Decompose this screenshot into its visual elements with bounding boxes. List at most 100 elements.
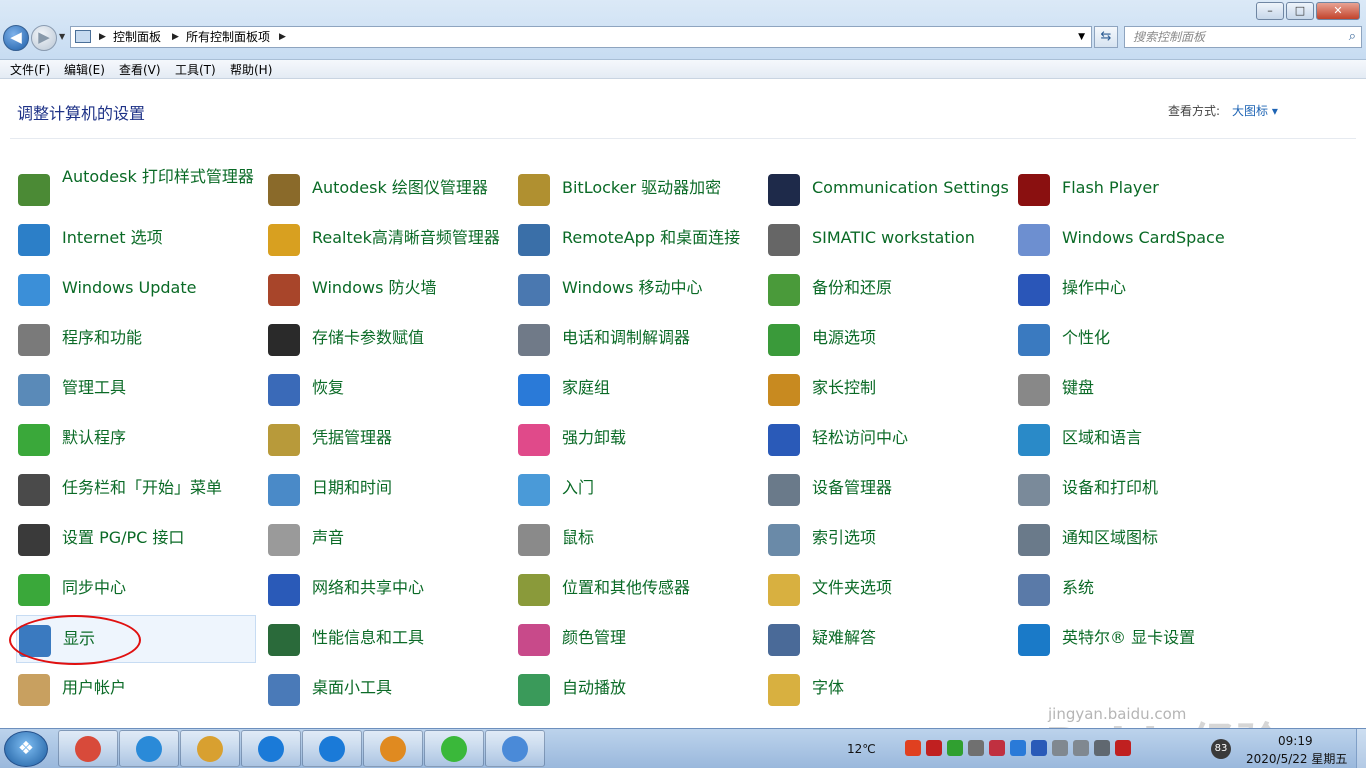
wechat-tray-icon[interactable] [947,740,963,756]
control-panel-item[interactable]: 家长控制 [766,365,1006,413]
getting-started-icon [518,474,550,506]
volume-icon[interactable] [1052,740,1068,756]
control-panel-item[interactable]: 操作中心 [1016,265,1256,313]
control-panel-item[interactable]: 凭据管理器 [266,415,506,463]
control-panel-item[interactable]: Autodesk 打印样式管理器 [16,165,256,213]
control-panel-item[interactable]: 桌面小工具 [266,665,506,713]
control-panel-item[interactable]: 性能信息和工具 [266,615,506,663]
control-panel-item[interactable]: 程序和功能 [16,315,256,363]
backup-restore-icon [768,274,800,306]
control-panel-item[interactable]: Windows Update [16,265,256,313]
control-panel-item[interactable]: RemoteApp 和桌面连接 [516,215,756,263]
status-badge[interactable]: 83 [1211,739,1231,759]
control-panel-item[interactable]: SIMATIC workstation [766,215,1006,263]
clock-time[interactable]: 09:19 [1278,734,1313,748]
breadcrumb-arrow-icon[interactable]: ▶ [99,27,106,47]
menu-tools[interactable]: 工具(T) [175,61,216,78]
control-panel-item[interactable]: 疑难解答 [766,615,1006,663]
refresh-button[interactable]: ⇆ [1094,26,1118,48]
control-panel-item[interactable]: 通知区域图标 [1016,515,1256,563]
control-panel-item[interactable]: 用户帐户 [16,665,256,713]
control-panel-item[interactable]: 区域和语言 [1016,415,1256,463]
control-panel-item[interactable]: 电话和调制解调器 [516,315,756,363]
homegroup-icon [518,374,550,406]
menu-file[interactable]: 文件(F) [10,61,50,78]
control-panel-item[interactable]: 入门 [516,465,756,513]
control-panel-item[interactable]: 设备管理器 [766,465,1006,513]
control-panel-item[interactable]: 设置 PG/PC 接口 [16,515,256,563]
control-panel-item[interactable]: Windows CardSpace [1016,215,1256,263]
control-panel-item[interactable]: 同步中心 [16,565,256,613]
device-icon[interactable] [1073,740,1089,756]
item-label: Windows 移动中心 [562,278,703,297]
address-bar[interactable]: ▶ 控制面板 ▶ 所有控制面板项 ▶ ▼ [70,26,1092,48]
bitlocker-key-icon [518,174,550,206]
keyboard-icon [1018,374,1050,406]
control-panel-item[interactable]: 文件夹选项 [766,565,1006,613]
weather-text[interactable]: 12℃ [847,742,876,756]
control-panel-item[interactable]: 键盘 [1016,365,1256,413]
bluetooth-icon[interactable] [1031,740,1047,756]
search-input[interactable]: 搜索控制面板 ⌕ [1124,26,1362,48]
control-panel-item[interactable]: 网络和共享中心 [266,565,506,613]
view-by-dropdown[interactable]: 大图标 ▾ [1232,102,1278,119]
control-panel-item[interactable]: 强力卸载 [516,415,756,463]
control-panel-item[interactable]: Internet 选项 [16,215,256,263]
control-panel-item[interactable]: 个性化 [1016,315,1256,363]
control-panel-item[interactable]: 轻松访问中心 [766,415,1006,463]
network-icon[interactable] [1094,740,1110,756]
close-button[interactable]: ✕ [1316,2,1360,20]
control-panel-item[interactable]: 英特尔® 显卡设置 [1016,615,1256,663]
recent-pages-chevron-icon[interactable]: ▼ [59,32,65,41]
menu-help[interactable]: 帮助(H) [230,61,272,78]
control-panel-item[interactable]: 字体 [766,665,1006,713]
control-panel-item[interactable]: Realtek高清晰音频管理器 [266,215,506,263]
forward-button[interactable]: ▶ [31,25,57,51]
menu-view[interactable]: 查看(V) [119,61,161,78]
control-panel-item[interactable]: 鼠标 [516,515,756,563]
control-panel-item[interactable]: Windows 移动中心 [516,265,756,313]
address-dropdown-icon[interactable]: ▼ [1078,27,1085,47]
tool-icon[interactable] [968,740,984,756]
flag-icon[interactable] [926,740,942,756]
control-panel-item[interactable]: Communication Settings [766,165,1009,213]
app-tray-icon[interactable] [989,740,1005,756]
clock-date[interactable]: 2020/5/22 星期五 [1246,750,1347,767]
sogou-ime-icon[interactable] [905,740,921,756]
control-panel-item[interactable]: 索引选项 [766,515,1006,563]
control-panel-item[interactable]: Windows 防火墙 [266,265,506,313]
control-panel-item[interactable]: BitLocker 驱动器加密 [516,165,756,213]
control-panel-item[interactable]: 家庭组 [516,365,756,413]
control-panel-item[interactable]: Autodesk 绘图仪管理器 [266,165,506,213]
control-panel-item[interactable]: 位置和其他传感器 [516,565,756,613]
breadcrumb-arrow-icon[interactable]: ▶ [172,27,179,47]
menu-edit[interactable]: 编辑(E) [64,61,105,78]
control-panel-item[interactable]: 设备和打印机 [1016,465,1256,513]
breadcrumb-control-panel[interactable]: 控制面板 [113,27,161,47]
maximize-button[interactable]: □ [1286,2,1314,20]
show-desktop-button[interactable] [1356,729,1366,768]
item-label: 强力卸载 [562,428,627,447]
control-panel-item[interactable]: 存储卡参数赋值 [266,315,506,363]
shield-icon[interactable] [1010,740,1026,756]
minimize-button[interactable]: – [1256,2,1284,20]
control-panel-item[interactable]: 默认程序 [16,415,256,463]
breadcrumb-all-items[interactable]: 所有控制面板项 [186,27,270,47]
item-label: 家庭组 [562,378,611,397]
mute-icon[interactable] [1115,740,1131,756]
back-button[interactable]: ◀ [3,25,29,51]
control-panel-item[interactable]: 电源选项 [766,315,1006,363]
search-icon[interactable]: ⌕ [1349,27,1356,47]
control-panel-item[interactable]: 日期和时间 [266,465,506,513]
control-panel-item[interactable]: 颜色管理 [516,615,756,663]
control-panel-item[interactable]: 任务栏和「开始」菜单 [16,465,256,513]
control-panel-item[interactable]: 备份和还原 [766,265,1006,313]
control-panel-item[interactable]: 系统 [1016,565,1256,613]
taskbar: ❖ 12℃ 83 09:19 2020/5/22 星期五 [0,728,1366,768]
control-panel-item[interactable]: 自动播放 [516,665,756,713]
control-panel-item[interactable]: Flash Player [1016,165,1256,213]
control-panel-item[interactable]: 恢复 [266,365,506,413]
control-panel-item[interactable]: 管理工具 [16,365,256,413]
control-panel-item[interactable]: 声音 [266,515,506,563]
breadcrumb-arrow-icon[interactable]: ▶ [279,27,286,47]
